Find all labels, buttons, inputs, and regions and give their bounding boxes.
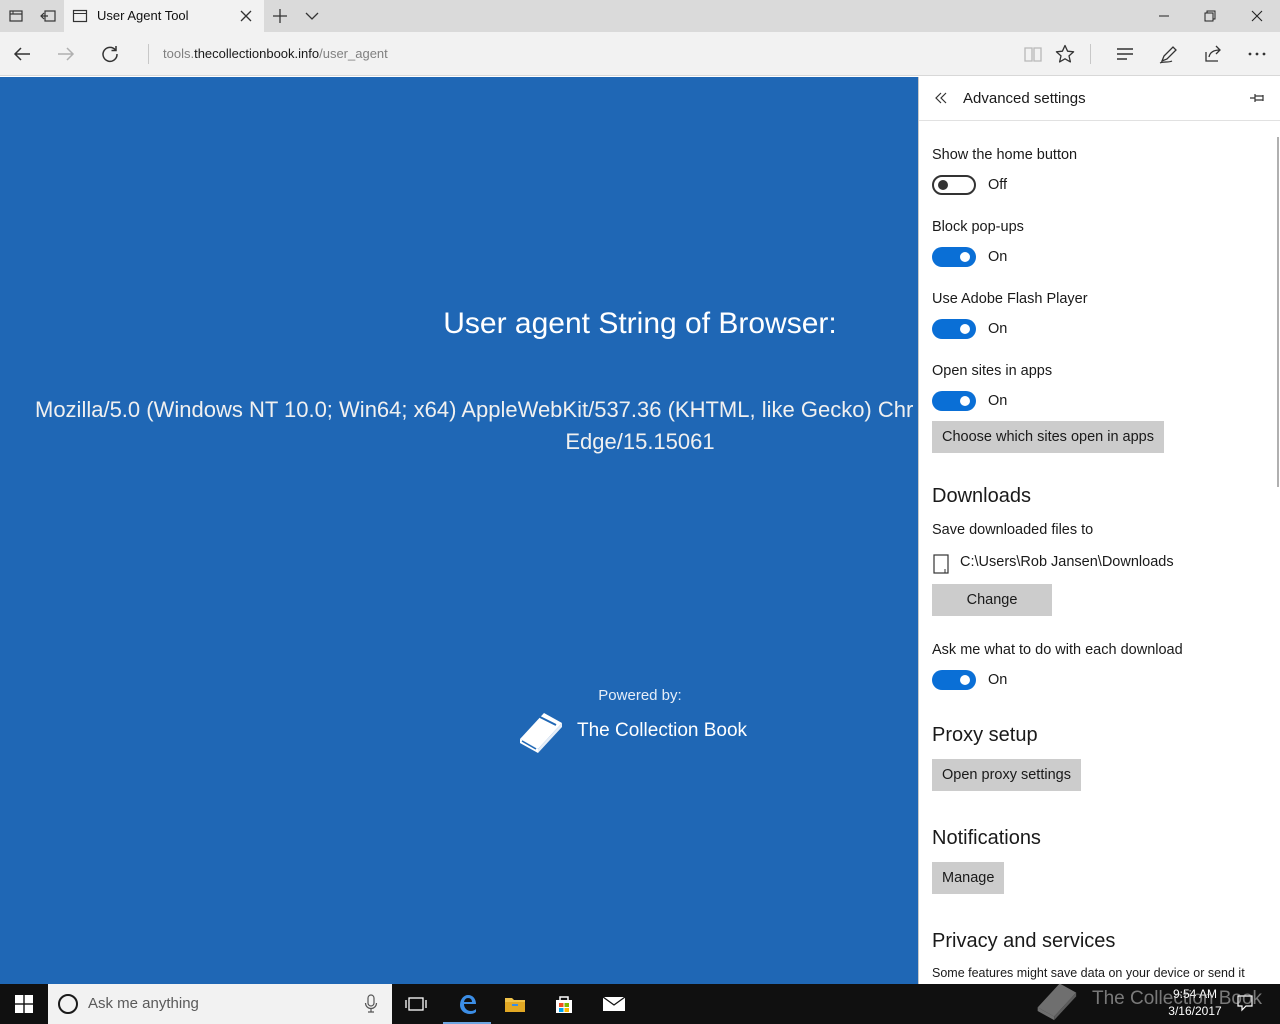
restore-icon[interactable] bbox=[1187, 0, 1233, 32]
mail-icon[interactable] bbox=[590, 984, 638, 1024]
minimize-icon[interactable] bbox=[1141, 0, 1187, 32]
privacy-heading: Privacy and services bbox=[932, 930, 1116, 952]
store-icon[interactable] bbox=[540, 984, 588, 1024]
open-in-apps-label: Open sites in apps bbox=[932, 363, 1053, 379]
taskbar: Ask me anything 9:54 AM 3/16/2017 bbox=[0, 984, 1280, 1024]
popups-toggle[interactable] bbox=[932, 247, 976, 267]
tab-preview-icon[interactable] bbox=[302, 6, 322, 26]
flash-label: Use Adobe Flash Player bbox=[932, 291, 1088, 307]
web-note-icon[interactable] bbox=[1157, 42, 1181, 66]
pane-title: Advanced settings bbox=[963, 90, 1086, 107]
more-icon[interactable] bbox=[1245, 42, 1269, 66]
page-heading: User agent String of Browser: bbox=[443, 307, 837, 340]
refresh-icon[interactable] bbox=[98, 42, 122, 66]
notifications-heading: Notifications bbox=[932, 827, 1041, 849]
cortana-icon bbox=[58, 994, 78, 1014]
home-button-toggle[interactable] bbox=[932, 175, 976, 195]
tab-manager-icon[interactable] bbox=[6, 6, 26, 26]
open-in-apps-state: On bbox=[988, 393, 1008, 409]
pane-scrollbar[interactable] bbox=[1277, 137, 1279, 487]
mic-icon[interactable] bbox=[364, 994, 378, 1014]
clock-date: 3/16/2017 bbox=[1168, 1004, 1222, 1018]
ask-download-label: Ask me what to do with each download bbox=[932, 642, 1183, 658]
user-agent-line-2: Edge/15.15061 bbox=[565, 429, 715, 454]
advanced-settings-pane: Advanced settings Show the home button O… bbox=[918, 77, 1280, 984]
url-host: thecollectionbook.info bbox=[194, 46, 320, 61]
brand-name: The Collection Book bbox=[577, 720, 748, 741]
pane-header: Advanced settings bbox=[919, 77, 1280, 121]
pin-icon[interactable] bbox=[1249, 90, 1267, 106]
url-prefix: tools. bbox=[163, 46, 195, 61]
close-window-icon[interactable] bbox=[1234, 0, 1280, 32]
open-in-apps-toggle[interactable] bbox=[932, 391, 976, 411]
toolbar-divider bbox=[1090, 44, 1091, 64]
page-icon bbox=[72, 8, 88, 24]
favorite-star-icon[interactable] bbox=[1053, 42, 1077, 66]
share-icon[interactable] bbox=[1201, 42, 1225, 66]
flash-state: On bbox=[988, 321, 1008, 337]
file-explorer-icon[interactable] bbox=[491, 984, 539, 1024]
windows-start-icon[interactable] bbox=[0, 984, 48, 1024]
web-page: User agent String of Browser: Mozilla/5.… bbox=[0, 77, 918, 984]
hub-icon[interactable] bbox=[1113, 42, 1137, 66]
home-button-label: Show the home button bbox=[932, 147, 1078, 163]
save-location-label: Save downloaded files to bbox=[932, 522, 1094, 538]
address-input[interactable]: tools.thecollectionbook.info/user_agent bbox=[148, 44, 388, 64]
url-path: /user_agent bbox=[319, 46, 388, 61]
tab-user-agent-tool[interactable]: User Agent Tool bbox=[64, 0, 264, 32]
brand-link[interactable]: The Collection Book bbox=[514, 707, 754, 757]
powered-by-label: Powered by: bbox=[598, 687, 682, 704]
address-bar-row: tools.thecollectionbook.info/user_agent bbox=[0, 32, 1280, 76]
download-path-text: C:\Users\Rob Jansen\Downloads bbox=[960, 554, 1174, 570]
forward-icon[interactable] bbox=[54, 42, 78, 66]
task-view-icon[interactable] bbox=[392, 984, 440, 1024]
choose-sites-button[interactable]: Choose which sites open in apps bbox=[932, 421, 1164, 453]
manage-notifications-button[interactable]: Manage bbox=[932, 862, 1005, 894]
popups-label: Block pop-ups bbox=[932, 219, 1024, 235]
home-button-state: Off bbox=[988, 177, 1008, 193]
tab-title: User Agent Tool bbox=[97, 8, 189, 23]
system-clock[interactable]: 9:54 AM 3/16/2017 bbox=[1160, 986, 1230, 1020]
reading-view-icon[interactable] bbox=[1021, 42, 1045, 66]
device-icon bbox=[932, 554, 950, 574]
tab-bar: User Agent Tool bbox=[0, 0, 1280, 32]
book-logo-icon bbox=[514, 707, 566, 755]
download-path: C:\Users\Rob Jansen\Downloads bbox=[932, 554, 1262, 574]
search-placeholder: Ask me anything bbox=[88, 995, 199, 1012]
ask-download-state: On bbox=[988, 672, 1008, 688]
user-agent-line-1: Mozilla/5.0 (Windows NT 10.0; Win64; x64… bbox=[35, 397, 914, 422]
privacy-description: Some features might save data on your de… bbox=[932, 966, 1245, 980]
edge-icon[interactable] bbox=[443, 984, 491, 1024]
open-proxy-settings-button[interactable]: Open proxy settings bbox=[932, 759, 1081, 791]
new-tab-icon[interactable] bbox=[270, 6, 290, 26]
ask-download-toggle[interactable] bbox=[932, 670, 976, 690]
change-button[interactable]: Change bbox=[932, 584, 1052, 616]
action-center-icon[interactable] bbox=[1236, 994, 1254, 1012]
clock-time: 9:54 AM bbox=[1172, 987, 1218, 1001]
collapse-icon[interactable] bbox=[933, 90, 949, 106]
set-aside-tabs-icon[interactable] bbox=[38, 6, 58, 26]
proxy-heading: Proxy setup bbox=[932, 724, 1038, 746]
close-tab-icon[interactable] bbox=[238, 8, 254, 24]
popups-state: On bbox=[988, 249, 1008, 265]
cortana-search-box[interactable]: Ask me anything bbox=[48, 984, 392, 1024]
flash-toggle[interactable] bbox=[932, 319, 976, 339]
downloads-heading: Downloads bbox=[932, 485, 1031, 507]
back-icon[interactable] bbox=[10, 42, 34, 66]
